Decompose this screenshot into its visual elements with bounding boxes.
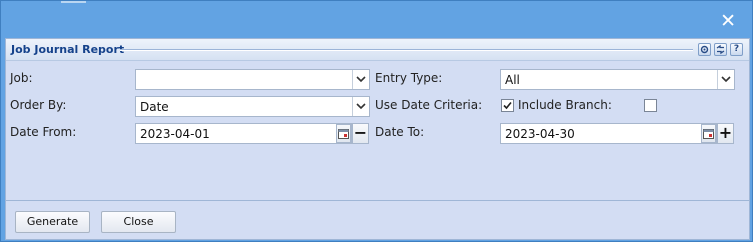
date-to-plus-button[interactable]: +: [717, 123, 734, 144]
date-from-calendar-button[interactable]: [336, 124, 351, 143]
report-panel: Job Journal Report ? Job: Entry Type: Al…: [5, 38, 750, 240]
calendar-icon: [703, 129, 714, 139]
calendar-icon: [338, 129, 349, 139]
top-strip: [61, 1, 86, 3]
dialog-window: ✕ Job Journal Report ? Job: Entry Type:: [0, 0, 753, 242]
entry-type-dropdown-button[interactable]: [717, 70, 734, 89]
include-branch-label: Include Branch:: [518, 98, 612, 112]
entry-type-combo[interactable]: All: [500, 69, 735, 90]
refresh-icon[interactable]: [714, 43, 727, 56]
use-date-criteria-label: Use Date Criteria:: [375, 98, 483, 112]
order-by-value: Date: [140, 100, 169, 114]
job-label: Job:: [10, 71, 33, 85]
chevron-down-icon: [721, 76, 731, 83]
panel-title: Job Journal Report: [11, 43, 125, 56]
date-to-value: 2023-04-30: [505, 127, 575, 141]
footer-divider: [6, 200, 749, 201]
close-icon[interactable]: ✕: [720, 12, 736, 31]
date-to-calendar-button[interactable]: [701, 124, 716, 143]
entry-type-value: All: [505, 73, 520, 87]
panel-tools: ?: [698, 43, 743, 56]
gear-icon[interactable]: [698, 43, 711, 56]
job-combo[interactable]: [135, 69, 370, 90]
order-by-dropdown-button[interactable]: [352, 97, 369, 116]
date-from-label: Date From:: [10, 125, 77, 139]
order-by-label: Order By:: [10, 98, 67, 112]
date-to-field[interactable]: 2023-04-30: [500, 123, 717, 144]
include-branch-checkbox[interactable]: [644, 99, 657, 112]
job-dropdown-button[interactable]: [352, 70, 369, 89]
date-from-value: 2023-04-01: [140, 127, 210, 141]
title-divider: [120, 49, 693, 51]
entry-type-label: Entry Type:: [375, 71, 443, 85]
help-icon[interactable]: ?: [730, 43, 743, 56]
date-from-minus-button[interactable]: −: [352, 123, 369, 144]
use-date-criteria-checkbox[interactable]: [501, 99, 514, 112]
chevron-down-icon: [356, 76, 366, 83]
order-by-combo[interactable]: Date: [135, 96, 370, 117]
generate-button[interactable]: Generate: [15, 211, 90, 233]
date-to-label: Date To:: [375, 125, 425, 139]
chevron-down-icon: [356, 103, 366, 110]
panel-titlebar: Job Journal Report ?: [6, 39, 749, 61]
close-button[interactable]: Close: [101, 211, 176, 233]
date-from-field[interactable]: 2023-04-01: [135, 123, 352, 144]
checkmark-icon: [503, 101, 512, 110]
